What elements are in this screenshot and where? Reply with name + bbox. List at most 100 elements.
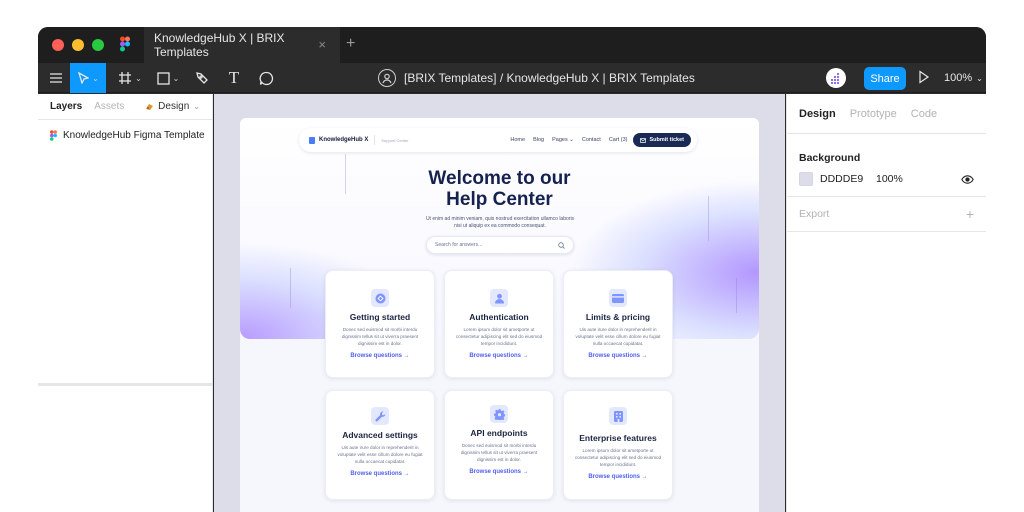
nav-link-home[interactable]: Home — [510, 137, 525, 143]
chevron-down-icon: ⌄ — [135, 73, 142, 83]
main-menu-button[interactable] — [42, 63, 70, 93]
background-fill-row: DDDDE9 100% — [799, 164, 974, 196]
comment-icon — [259, 71, 273, 85]
gear-icon — [490, 405, 508, 423]
help-search-input[interactable]: Search for answers... — [426, 236, 574, 254]
close-tab-icon[interactable]: × — [318, 37, 326, 52]
move-tool-button[interactable]: ⌄ — [70, 63, 106, 93]
team-avatar-icon — [378, 69, 396, 87]
panel-resize-handle[interactable] — [38, 383, 213, 386]
comment-tool-button[interactable] — [252, 63, 280, 93]
add-export-icon[interactable]: + — [966, 206, 974, 222]
tab-assets[interactable]: Assets — [94, 101, 124, 112]
properties-panel: Design Prototype Code Background DDDDE9 … — [786, 94, 986, 512]
site-logo-text: KnowledgeHub X — [319, 137, 369, 143]
category-card-getting-started[interactable]: Getting started Donec sed euismod sit mo… — [325, 270, 435, 378]
browse-questions-link[interactable]: Browse questions → — [564, 353, 672, 359]
left-panel-tabs: Layers Assets Design ⌄ — [38, 94, 212, 120]
file-tab-title: KnowledgeHub X | BRIX Templates — [154, 31, 285, 59]
chevron-down-icon: ⌄ — [193, 102, 200, 111]
eye-icon[interactable] — [961, 174, 974, 184]
shape-tool-button[interactable]: ⌄ — [150, 63, 186, 93]
maximize-window-button[interactable] — [92, 39, 104, 51]
new-tab-icon[interactable]: + — [346, 35, 355, 53]
text-tool-button[interactable]: T — [220, 63, 248, 93]
color-swatch[interactable] — [799, 172, 813, 186]
nav-divider — [374, 135, 376, 145]
user-icon — [490, 289, 508, 307]
cursor-icon — [78, 72, 90, 84]
browse-questions-link[interactable]: Browse questions → — [326, 471, 434, 477]
browse-questions-link[interactable]: Browse questions → — [564, 474, 672, 480]
hero-subtitle-line1: Ut enim ad minim veniam, quis nostrud ex… — [425, 216, 575, 222]
help-center-frame[interactable]: KnowledgeHub X Support Center Home Blog … — [240, 118, 759, 512]
nav-link-contact[interactable]: Contact — [582, 137, 601, 143]
zoom-dropdown[interactable]: 100% ⌄ — [944, 63, 983, 93]
hex-input[interactable]: DDDDE9 — [820, 173, 876, 185]
layer-item[interactable]: KnowledgeHub Figma Template — [38, 120, 212, 150]
figma-file-icon — [50, 129, 57, 141]
right-panel-tabs: Design Prototype Code — [787, 94, 986, 134]
site-subtitle: Support Center — [381, 137, 409, 143]
tab-design[interactable]: Design — [799, 108, 836, 120]
title-bar: KnowledgeHub X | BRIX Templates × + — [38, 27, 986, 63]
chevron-down-icon: ⌄ — [976, 73, 983, 83]
file-breadcrumb[interactable]: [BRIX Templates] / KnowledgeHub X | BRIX… — [378, 63, 695, 93]
search-placeholder: Search for answers... — [435, 242, 483, 248]
compass-icon — [371, 289, 389, 307]
close-window-button[interactable] — [52, 39, 64, 51]
envelope-icon — [640, 137, 647, 143]
submit-ticket-button[interactable]: Submit ticket — [633, 133, 691, 147]
category-card-authentication[interactable]: Authentication Lorem ipsum dolor sit ame… — [444, 270, 554, 378]
avatar-dots-icon — [831, 73, 839, 84]
site-navbar: KnowledgeHub X Support Center Home Blog … — [299, 128, 697, 152]
wrench-icon — [371, 407, 389, 425]
card-title: Enterprise features — [579, 433, 657, 443]
browse-questions-link[interactable]: Browse questions → — [326, 353, 434, 359]
search-icon[interactable] — [558, 241, 565, 249]
background-title: Background — [799, 152, 861, 164]
site-logo[interactable]: KnowledgeHub X — [309, 136, 369, 144]
category-card-enterprise-features[interactable]: Enterprise features Lorem ipsum dolor si… — [563, 390, 673, 500]
export-section: Export + — [787, 197, 986, 232]
tab-code[interactable]: Code — [911, 108, 937, 120]
card-description: Donec sed euismod sit morbi interdu dign… — [341, 327, 419, 346]
user-avatar[interactable] — [826, 68, 846, 88]
category-card-limits-pricing[interactable]: Limits & pricing Uis aute irure dolor in… — [563, 270, 673, 378]
tab-prototype[interactable]: Prototype — [850, 108, 897, 120]
layer-label: KnowledgeHub Figma Template — [63, 129, 205, 141]
pen-icon — [196, 72, 208, 84]
toolbar: ⌄ ⌄ ⌄ T [BRIX Templates] / KnowledgeHub … — [38, 63, 986, 93]
file-title-text: [BRIX Templates] / KnowledgeHub X | BRIX… — [404, 71, 695, 85]
category-card-api-endpoints[interactable]: API endpoints Donec sed euismod sit morb… — [444, 390, 554, 500]
card-description: Lorem ipsum dolor sit ametporte ut conse… — [455, 327, 543, 346]
frame-tool-button[interactable]: ⌄ — [112, 63, 148, 93]
background-section: Background DDDDE9 100% — [787, 134, 986, 197]
nav-link-pages[interactable]: Pages ⌄ — [552, 137, 574, 143]
frame-icon — [119, 72, 132, 84]
building-icon — [609, 407, 627, 425]
minimize-window-button[interactable] — [72, 39, 84, 51]
nav-links: Home Blog Pages ⌄ Contact Cart (3) — [510, 137, 627, 143]
browse-questions-link[interactable]: Browse questions → — [445, 469, 553, 475]
share-button[interactable]: Share — [864, 67, 906, 90]
page-name: Design — [158, 101, 190, 112]
book-icon — [309, 136, 315, 144]
nav-link-cart[interactable]: Cart (3) — [609, 137, 628, 143]
opacity-input[interactable]: 100% — [876, 173, 903, 185]
category-card-advanced-settings[interactable]: Advanced settings Uis aute irure dolor i… — [325, 390, 435, 500]
card-title: Advanced settings — [342, 430, 418, 440]
nav-link-blog[interactable]: Blog — [533, 137, 544, 143]
browse-questions-link[interactable]: Browse questions → — [445, 353, 553, 359]
submit-ticket-label: Submit ticket — [649, 137, 684, 143]
hamburger-icon — [50, 73, 62, 83]
hero-title-line1: Welcome to our — [428, 168, 571, 189]
design-canvas[interactable]: KnowledgeHub X Support Center Home Blog … — [214, 94, 785, 512]
file-tab[interactable]: KnowledgeHub X | BRIX Templates × — [144, 27, 340, 63]
present-play-icon[interactable] — [918, 70, 930, 84]
figma-logo-icon[interactable] — [120, 36, 130, 52]
tab-layers[interactable]: Layers — [50, 101, 82, 112]
card-title: API endpoints — [470, 428, 528, 438]
pen-tool-button[interactable] — [188, 63, 216, 93]
page-selector[interactable]: Design ⌄ — [145, 101, 200, 112]
